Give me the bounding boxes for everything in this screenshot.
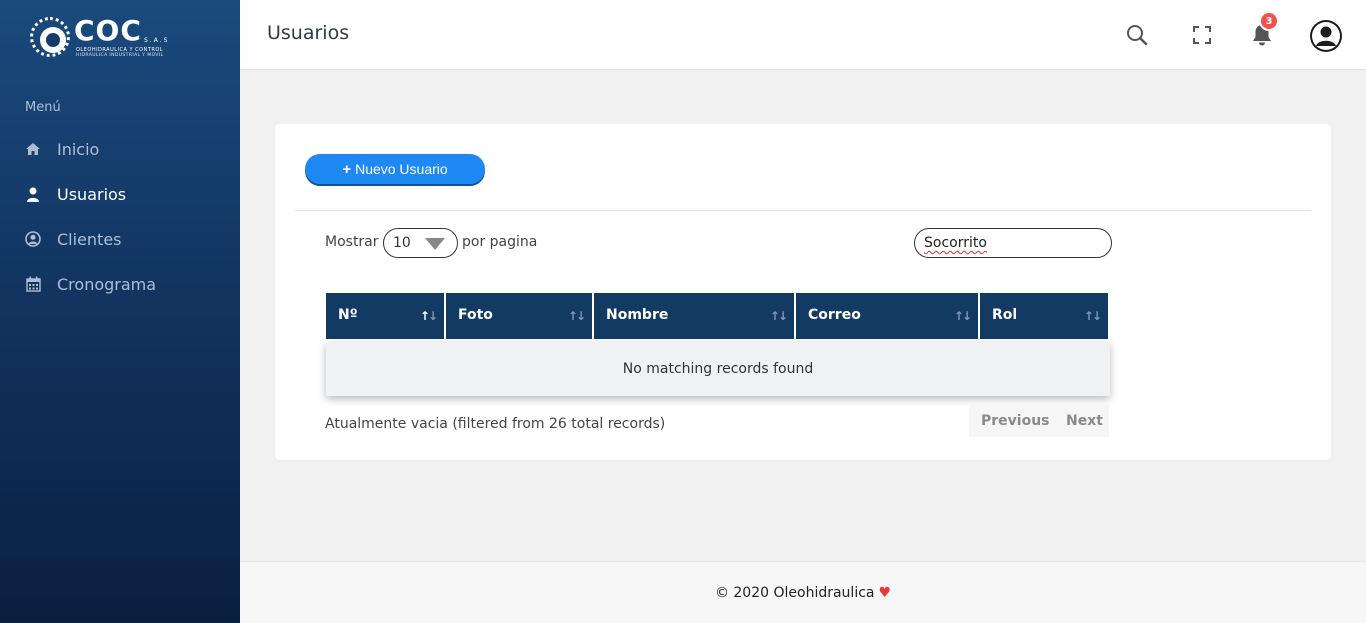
page-size-select[interactable]: 10 (383, 228, 458, 258)
sidebar-item-usuarios[interactable]: Usuarios (0, 174, 240, 214)
search-input[interactable]: Socorrito (914, 228, 1112, 258)
new-user-button[interactable]: + Nuevo Usuario (305, 154, 485, 184)
empty-table-row: No matching records found (326, 342, 1110, 396)
search-input-value: Socorrito (924, 235, 987, 251)
calendar-icon (25, 276, 41, 292)
search-icon[interactable] (1122, 20, 1152, 50)
column-header-correo[interactable]: Correo ↑↓ (796, 293, 978, 339)
sort-icon: ↑↓ (953, 309, 972, 323)
previous-button[interactable]: Previous (981, 413, 1050, 429)
sidebar-item-label: Cronograma (57, 274, 157, 294)
sidebar-item-label: Clientes (57, 229, 122, 249)
sidebar-item-label: Usuarios (57, 184, 127, 204)
page-size-value: 10 (393, 235, 411, 251)
column-header-nombre[interactable]: Nombre ↑↓ (594, 293, 794, 339)
table-header: Nº ↑↓ Foto ↑↓ Nombre ↑↓ Correo ↑↓ Rol ↑↓ (326, 293, 1108, 339)
footer-text: © 2020 Oleohidraulica (714, 584, 875, 601)
chevron-down-icon (425, 238, 445, 250)
notification-badge: 3 (1259, 11, 1279, 31)
brand-name: COC (74, 14, 142, 47)
sidebar-item-label: Inicio (57, 139, 100, 159)
column-header-foto[interactable]: Foto ↑↓ (446, 293, 592, 339)
sort-icon: ↑↓ (1083, 309, 1102, 323)
avatar[interactable] (1310, 20, 1342, 52)
sidebar-item-cronograma[interactable]: Cronograma (0, 264, 240, 304)
column-header-rol[interactable]: Rol ↑↓ (980, 293, 1108, 339)
brand-logo[interactable]: COC S.A.S OLEOHIDRAULICA Y CONTROL HIDRA… (30, 15, 175, 67)
fullscreen-icon[interactable] (1187, 20, 1217, 50)
heart-icon: ♥ (878, 584, 892, 601)
sort-icon: ↑↓ (419, 309, 438, 323)
sidebar: COC S.A.S OLEOHIDRAULICA Y CONTROL HIDRA… (0, 0, 240, 623)
brand-tagline-secondary: HIDRAULICA INDUSTRIAL Y MOVIL (76, 53, 164, 58)
page-title: Usuarios (267, 22, 350, 44)
brand-suffix: S.A.S (144, 37, 170, 44)
sort-icon: ↑↓ (769, 309, 788, 323)
sort-icon: ↑↓ (567, 309, 586, 323)
plus-icon: + (342, 160, 352, 178)
divider (295, 210, 1311, 211)
show-prefix: Mostrar (325, 234, 379, 250)
new-user-button-label: Nuevo Usuario (355, 161, 448, 177)
footer: © 2020 Oleohidraulica ♥ (240, 561, 1366, 623)
sidebar-item-inicio[interactable]: Inicio (0, 129, 240, 169)
menu-title: Menú (25, 100, 61, 115)
column-header-number[interactable]: Nº ↑↓ (326, 293, 444, 339)
show-suffix: por pagina (462, 234, 538, 250)
logo-emblem (30, 17, 70, 57)
user-circle-icon (25, 231, 41, 247)
user-icon (25, 186, 41, 202)
home-icon (25, 141, 41, 157)
sidebar-item-clientes[interactable]: Clientes (0, 219, 240, 259)
table-info: Atualmente vacia (filtered from 26 total… (325, 416, 666, 432)
next-button[interactable]: Next (1066, 413, 1103, 429)
